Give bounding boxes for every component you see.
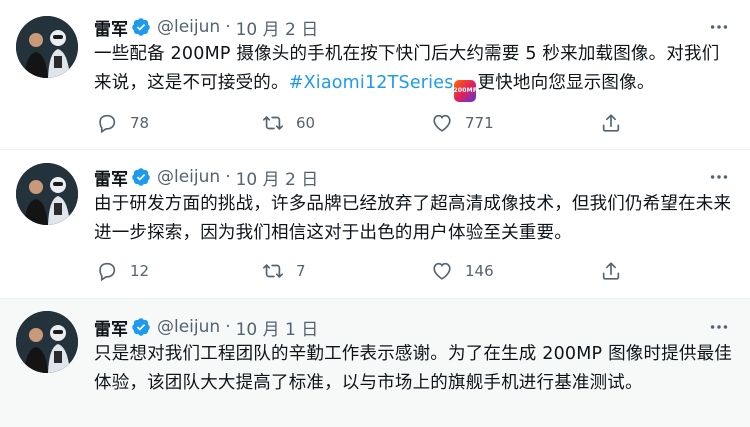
reply-button[interactable]: 78 bbox=[96, 110, 149, 136]
author-name[interactable]: 雷军 bbox=[94, 15, 128, 40]
tweet-text: 由于研发方面的挑战，许多品牌已经放弃了超高清成像技术，但我们仍希望在未来进一步探… bbox=[94, 194, 732, 243]
tweet[interactable]: 雷军 @leijun · 10 月 1 日 只是想对我们工程团队的辛勤工作表示感… bbox=[0, 299, 750, 427]
hashtag-link[interactable]: #Xiaomi12TSeries bbox=[289, 73, 454, 93]
avatar[interactable] bbox=[16, 16, 78, 78]
author-handle[interactable]: @leijun bbox=[157, 17, 220, 37]
like-count: 771 bbox=[465, 114, 494, 132]
verified-badge-icon bbox=[132, 318, 150, 336]
retweet-icon bbox=[263, 116, 283, 130]
tweet-actions: 12 7 146 bbox=[94, 258, 654, 284]
share-button[interactable] bbox=[600, 258, 622, 284]
reply-icon bbox=[99, 262, 116, 282]
tweet[interactable]: 雷军 @leijun · 10 月 2 日 一些配备 200MP 摄像头的手机在… bbox=[0, 0, 750, 150]
separator-dot: · bbox=[225, 167, 231, 187]
tweet[interactable]: 雷军 @leijun · 10 月 2 日 由于研发方面的挑战，许多品牌已经放弃… bbox=[0, 150, 750, 299]
share-button[interactable] bbox=[600, 110, 622, 136]
hashtag-emoji-badge: 200MP bbox=[453, 80, 477, 102]
separator-dot: · bbox=[225, 317, 231, 337]
author-handle[interactable]: @leijun bbox=[157, 167, 220, 187]
reply-button[interactable]: 12 bbox=[96, 258, 149, 284]
tweet-text: 一些配备 200MP 摄像头的手机在按下快门后大约需要 5 秒来加载图像。对我们… bbox=[94, 40, 734, 102]
verified-badge-icon bbox=[132, 18, 150, 36]
more-options-icon[interactable] bbox=[708, 16, 730, 38]
share-icon bbox=[602, 262, 620, 280]
like-count: 146 bbox=[465, 262, 494, 280]
like-icon bbox=[433, 262, 451, 280]
like-button[interactable]: 146 bbox=[431, 258, 494, 284]
tweet-text-tail: 更快地向您显示图像。 bbox=[477, 73, 655, 93]
tweet-text: 只是想对我们工程团队的辛勤工作表示感谢。为了在生成 200MP 图像时提供最佳体… bbox=[94, 344, 732, 393]
tweet-header: 雷军 @leijun · 10 月 2 日 bbox=[94, 165, 319, 190]
reply-icon bbox=[99, 114, 116, 134]
author-name[interactable]: 雷军 bbox=[94, 165, 128, 190]
retweet-count: 60 bbox=[296, 114, 316, 132]
tweet-header: 雷军 @leijun · 10 月 1 日 bbox=[94, 315, 319, 340]
like-button[interactable]: 771 bbox=[431, 110, 494, 136]
more-options-icon[interactable] bbox=[708, 316, 730, 338]
retweet-button[interactable]: 60 bbox=[262, 110, 315, 136]
avatar[interactable] bbox=[16, 163, 78, 225]
like-icon bbox=[433, 114, 451, 132]
tweet-date[interactable]: 10 月 1 日 bbox=[236, 315, 319, 340]
verified-badge-icon bbox=[132, 168, 150, 186]
tweet-header: 雷军 @leijun · 10 月 2 日 bbox=[94, 15, 319, 40]
reply-count: 78 bbox=[130, 114, 150, 132]
more-options-icon[interactable] bbox=[708, 166, 730, 188]
share-icon bbox=[602, 114, 620, 132]
avatar[interactable] bbox=[16, 311, 78, 373]
author-name[interactable]: 雷军 bbox=[94, 315, 128, 340]
retweet-button[interactable]: 7 bbox=[262, 258, 306, 284]
tweet-date[interactable]: 10 月 2 日 bbox=[236, 165, 319, 190]
tweet-actions: 78 60 771 bbox=[94, 110, 654, 136]
tweet-date[interactable]: 10 月 2 日 bbox=[236, 15, 319, 40]
retweet-count: 7 bbox=[296, 262, 306, 280]
author-handle[interactable]: @leijun bbox=[157, 317, 220, 337]
separator-dot: · bbox=[225, 17, 231, 37]
retweet-icon bbox=[263, 264, 283, 278]
reply-count: 12 bbox=[130, 262, 150, 280]
